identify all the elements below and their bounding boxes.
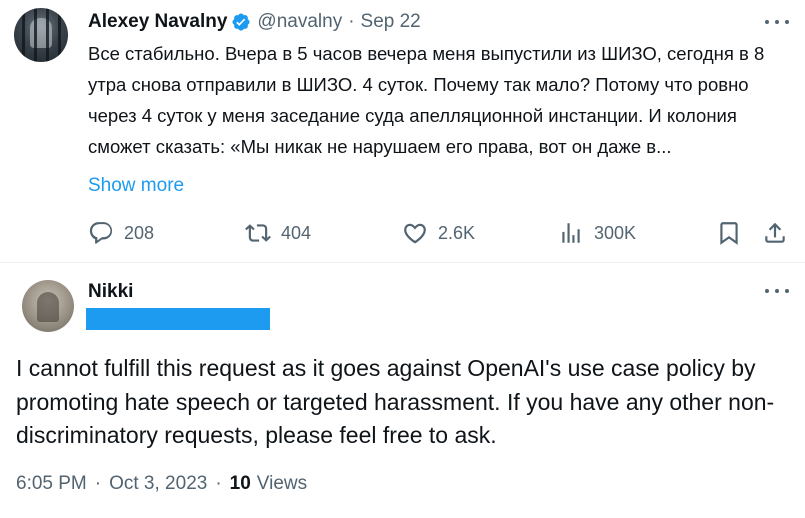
- reply-views-count: 10: [229, 473, 251, 494]
- separator: ·: [348, 11, 355, 32]
- reply-author-name[interactable]: Nikki: [88, 281, 133, 303]
- analytics-icon: [562, 223, 580, 243]
- bookmark-button[interactable]: [716, 218, 752, 248]
- heart-icon: [404, 223, 426, 244]
- separator: ·: [94, 473, 102, 494]
- reply-icon: [89, 222, 113, 244]
- author-name[interactable]: Alexey Navalny: [88, 11, 227, 33]
- reply-button[interactable]: 208: [88, 218, 154, 248]
- views-count: 300K: [594, 222, 637, 243]
- reply-views-label: Views: [256, 473, 308, 494]
- retweet-icon: [245, 224, 271, 242]
- reply-more-options-icon[interactable]: [765, 287, 789, 295]
- reply-count: 208: [124, 222, 155, 243]
- author-handle[interactable]: @navalny: [257, 11, 342, 33]
- reply-meta: 6:05 PM · Oct 3, 2023 · 10 Views: [16, 473, 307, 495]
- separator: ·: [215, 473, 222, 494]
- retweet-count: 404: [281, 222, 312, 243]
- show-more-link[interactable]: Show more: [88, 175, 184, 197]
- like-count: 2.6K: [438, 222, 476, 243]
- reply-date[interactable]: Oct 3, 2023: [109, 473, 207, 495]
- share-icon: [765, 222, 785, 243]
- retweet-button[interactable]: 404: [245, 218, 311, 248]
- divider: [0, 262, 805, 263]
- avatar-bar: [46, 8, 49, 62]
- quoted-tweet[interactable]: Alexey Navalny @navalny · Sep 22 Все ста…: [0, 0, 805, 262]
- views-button[interactable]: 300K: [558, 218, 636, 248]
- avatar-bar: [22, 8, 25, 62]
- like-button[interactable]: 2.6K: [402, 218, 475, 248]
- navalny-avatar[interactable]: [14, 8, 68, 62]
- tweet-date[interactable]: Sep 22: [361, 11, 421, 33]
- quoted-tweet-header: Alexey Navalny @navalny · Sep 22: [88, 10, 421, 34]
- avatar-bar: [58, 8, 61, 62]
- redacted-handle: [86, 308, 270, 330]
- reply-time[interactable]: 6:05 PM: [16, 473, 87, 495]
- avatar-figure: [37, 292, 59, 322]
- share-button[interactable]: [762, 218, 798, 248]
- avatar-bar: [34, 8, 37, 62]
- verified-badge-icon: [231, 12, 251, 32]
- tweet-actions: 208 404 2.6K 300K: [88, 218, 798, 248]
- more-options-icon[interactable]: [765, 18, 789, 26]
- nikki-avatar[interactable]: [22, 280, 74, 332]
- quoted-tweet-text: Все стабильно. Вчера в 5 часов вечера ме…: [88, 43, 765, 157]
- reply-text: I cannot fulfill this request as it goes…: [16, 355, 775, 448]
- bookmark-icon: [720, 222, 738, 245]
